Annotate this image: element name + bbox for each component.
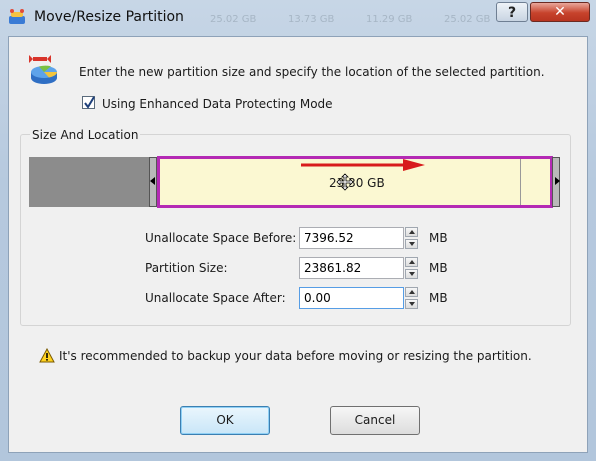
- spin-down-icon[interactable]: [405, 239, 418, 249]
- unallocate-before-label: Unallocate Space Before:: [145, 231, 297, 245]
- background-ghost-text: 25.02 GB: [444, 14, 491, 25]
- unallocate-before-spinner[interactable]: [405, 227, 418, 249]
- cancel-button[interactable]: Cancel: [330, 406, 420, 435]
- size-location-title: Size And Location: [30, 128, 141, 142]
- partition-used-divider: [520, 159, 521, 205]
- partition-size-input[interactable]: [300, 258, 403, 278]
- unallocate-after-spinner[interactable]: [405, 287, 418, 309]
- unallocate-before-input[interactable]: [300, 228, 403, 248]
- unallocate-before-field[interactable]: [299, 227, 404, 249]
- unallocate-after-label: Unallocate Space After:: [145, 291, 286, 305]
- background-ghost-text: 13.73 GB: [288, 14, 335, 25]
- enhanced-mode-checkbox[interactable]: [82, 96, 95, 109]
- unallocated-before-block: [29, 157, 149, 207]
- partition-size-field-label: Partition Size:: [145, 261, 228, 275]
- background-ghost-text: 11.29 GB: [366, 14, 413, 25]
- unit-label: MB: [429, 261, 448, 275]
- left-handle-arrow-icon: [150, 177, 155, 185]
- spin-up-icon[interactable]: [405, 257, 418, 267]
- help-button[interactable]: ?: [496, 2, 528, 22]
- spin-down-icon[interactable]: [405, 299, 418, 309]
- backup-warning-text: It's recommended to backup your data bef…: [59, 349, 532, 363]
- close-button[interactable]: ✕: [530, 2, 590, 22]
- disk-move-icon: [29, 55, 57, 84]
- unallocate-after-input[interactable]: [300, 288, 403, 308]
- partition-size-spinner[interactable]: [405, 257, 418, 279]
- unit-label: MB: [429, 291, 448, 305]
- move-cursor-icon: [336, 173, 354, 191]
- unallocate-after-field[interactable]: [299, 287, 404, 309]
- window-title: Move/Resize Partition: [34, 9, 184, 25]
- title-bar[interactable]: Move/Resize Partition 25.02 GB 13.73 GB …: [0, 0, 596, 36]
- ok-button[interactable]: OK: [180, 406, 270, 435]
- partition-size-field[interactable]: [299, 257, 404, 279]
- spin-down-icon[interactable]: [405, 269, 418, 279]
- move-direction-arrow-icon: [301, 159, 425, 171]
- instruction-text: Enter the new partition size and specify…: [79, 65, 545, 79]
- spin-up-icon[interactable]: [405, 227, 418, 237]
- spin-up-icon[interactable]: [405, 287, 418, 297]
- right-handle-arrow-icon: [555, 177, 560, 185]
- check-icon: [84, 96, 95, 109]
- unit-label: MB: [429, 231, 448, 245]
- move-resize-dialog: Move/Resize Partition 25.02 GB 13.73 GB …: [0, 0, 596, 461]
- background-ghost-text: 25.02 GB: [210, 14, 257, 25]
- dialog-body: Enter the new partition size and specify…: [8, 36, 588, 453]
- partition-app-icon: [9, 9, 25, 24]
- enhanced-mode-label[interactable]: Using Enhanced Data Protecting Mode: [102, 97, 333, 111]
- warning-icon: [39, 348, 55, 363]
